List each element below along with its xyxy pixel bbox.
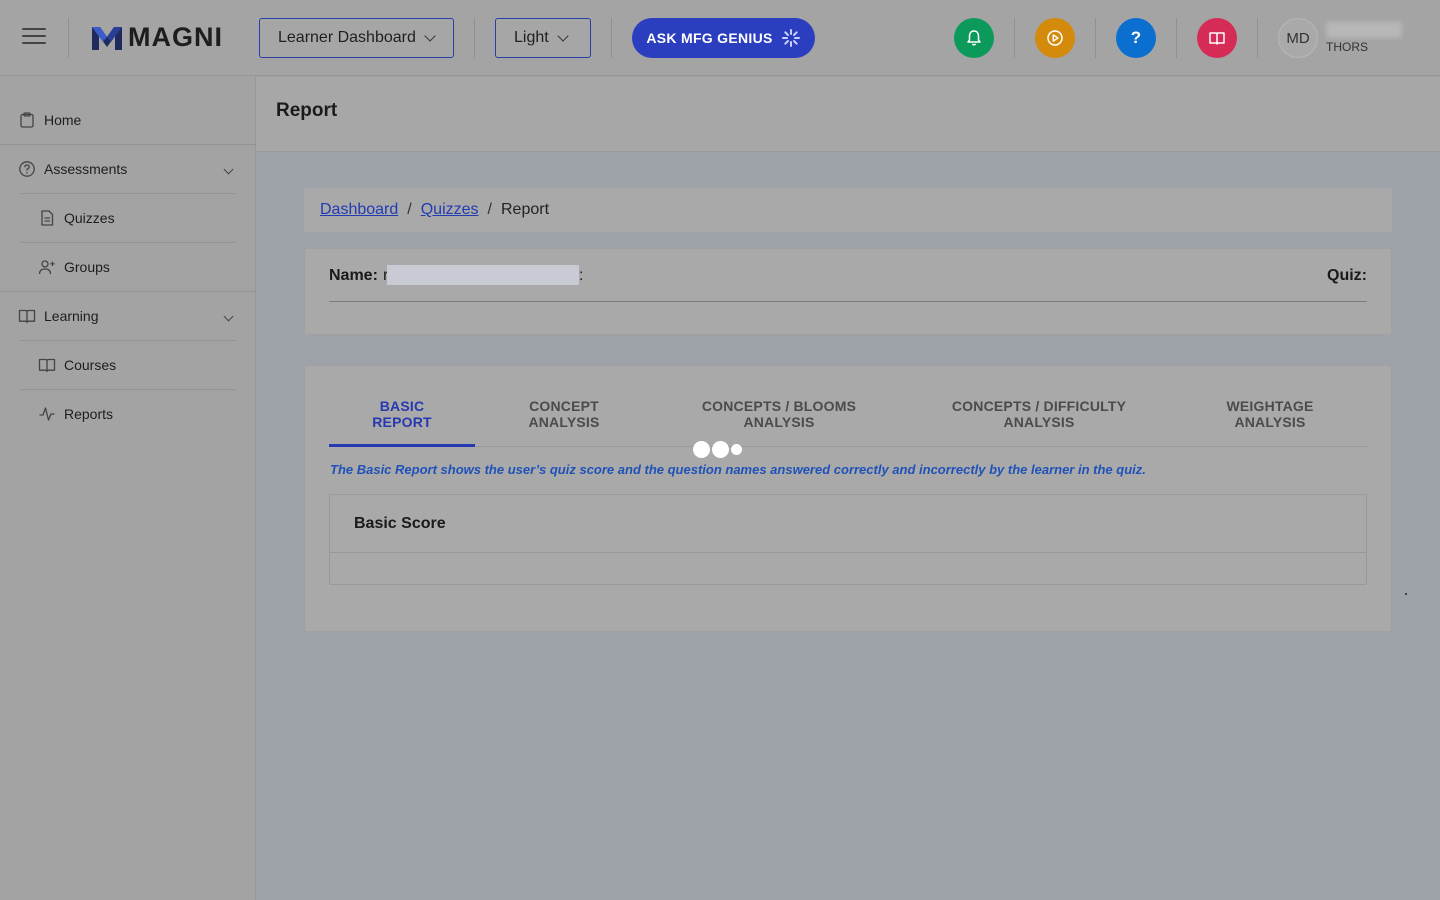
header-divider — [68, 18, 69, 58]
sidebar-item-label: Learning — [44, 308, 99, 324]
header-divider — [611, 18, 612, 58]
tab-label-line: ANALYSIS — [1003, 414, 1075, 430]
divider — [330, 552, 1366, 553]
loading-spinner — [693, 441, 742, 458]
chevron-down-icon — [557, 30, 569, 42]
basic-score-panel: Basic Score — [329, 494, 1367, 585]
menu-icon[interactable] — [22, 28, 46, 48]
header-divider — [474, 18, 475, 58]
sidebar-item-label: Home — [44, 112, 82, 128]
chevron-down-icon[interactable] — [223, 164, 234, 174]
book-icon — [18, 309, 36, 324]
tab-label-line: REPORT — [372, 414, 432, 430]
chevron-down-icon[interactable] — [223, 311, 234, 321]
magni-logo-mark-icon — [92, 26, 122, 50]
tab-label-line: CONCEPT — [529, 398, 599, 414]
user-name-redacted — [1326, 22, 1402, 38]
report-description: The Basic Report shows the user’s quiz s… — [330, 462, 1146, 477]
play-circle-icon — [1047, 30, 1063, 46]
header-divider — [1176, 18, 1177, 58]
bell-icon — [967, 30, 981, 46]
tab-weightage-analysis[interactable]: WEIGHTAGE ANALYSIS — [1199, 398, 1341, 430]
document-icon — [41, 210, 54, 226]
chevron-down-icon — [424, 30, 436, 42]
sidebar-item-groups[interactable]: Groups — [0, 243, 256, 291]
help-button[interactable]: ? — [1116, 18, 1156, 58]
top-header: MAGNI Learner Dashboard Light ASK MFG GE… — [0, 0, 1440, 76]
name-label: Name: — [329, 267, 378, 284]
header-divider — [1014, 18, 1015, 58]
sidebar-item-label: Reports — [64, 406, 114, 422]
avatar-initials: MD — [1286, 29, 1310, 47]
basic-score-heading: Basic Score — [354, 515, 446, 532]
logo-text: MAGNI — [128, 22, 223, 52]
breadcrumb-dashboard-link[interactable]: Dashboard — [320, 201, 398, 219]
breadcrumb-quizzes-link[interactable]: Quizzes — [421, 201, 479, 219]
breadcrumb-separator: / — [407, 201, 412, 218]
loading-dot — [731, 444, 742, 455]
ask-mfg-genius-button[interactable]: ASK MFG GENIUS — [632, 18, 815, 58]
breadcrumb-current: Report — [500, 201, 550, 218]
breadcrumb: Dashboard / Quizzes / Report — [304, 188, 1392, 232]
book-icon — [38, 358, 56, 373]
tab-label-line: ANALYSIS — [743, 414, 815, 430]
tab-label-line: BASIC — [379, 398, 425, 414]
notifications-button[interactable] — [954, 18, 994, 58]
tab-label-line: ANALYSIS — [1234, 414, 1306, 430]
sidebar: Home Assessments Quizzes Groups Learning… — [0, 77, 256, 900]
guide-button[interactable] — [1197, 18, 1237, 58]
theme-select[interactable]: Light — [495, 18, 591, 58]
name-value-suffix: : — [579, 267, 584, 284]
active-tab-indicator — [329, 444, 475, 447]
sidebar-item-quizzes[interactable]: Quizzes — [0, 194, 256, 242]
header-divider — [1257, 18, 1258, 58]
tab-divider — [329, 446, 1367, 447]
question-circle-icon — [19, 161, 35, 177]
sidebar-item-label: Assessments — [44, 161, 128, 177]
tab-concepts-difficulty-analysis[interactable]: CONCEPTS / DIFFICULTY ANALYSIS — [929, 398, 1149, 430]
tab-concepts-blooms-analysis[interactable]: CONCEPTS / BLOOMS ANALYSIS — [679, 398, 879, 430]
tab-label-line: WEIGHTAGE — [1226, 398, 1314, 414]
sidebar-item-label: Quizzes — [64, 210, 115, 226]
activity-icon — [39, 407, 55, 421]
sidebar-item-home[interactable]: Home — [0, 96, 256, 144]
dashboard-select[interactable]: Learner Dashboard — [259, 18, 454, 58]
sidebar-item-learning[interactable]: Learning — [0, 292, 256, 340]
avatar[interactable]: MD — [1278, 18, 1318, 58]
help-icon: ? — [1130, 28, 1142, 47]
sidebar-item-label: Groups — [64, 259, 110, 275]
loading-dot — [693, 441, 710, 458]
name-value-redacted — [387, 265, 579, 285]
page-title-bar: Report — [256, 77, 1440, 152]
play-button[interactable] — [1035, 18, 1075, 58]
sidebar-item-assessments[interactable]: Assessments — [0, 145, 256, 193]
tab-label-line: ANALYSIS — [528, 414, 600, 430]
tab-basic-report[interactable]: BASIC REPORT — [329, 398, 475, 430]
dashboard-select-value: Learner Dashboard — [278, 29, 416, 46]
sparkle-icon — [781, 29, 800, 47]
report-tabs-card: BASIC REPORT CONCEPT ANALYSIS CONCEPTS /… — [304, 365, 1392, 632]
breadcrumb-separator: / — [487, 201, 492, 218]
loading-dot — [712, 441, 729, 458]
sidebar-item-courses[interactable]: Courses — [0, 341, 256, 389]
tab-concept-analysis[interactable]: CONCEPT ANALYSIS — [491, 398, 637, 430]
user-org: THORS — [1326, 40, 1368, 54]
ask-button-label: ASK MFG GENIUS — [646, 30, 773, 46]
theme-select-value: Light — [514, 29, 549, 46]
tab-label-line: CONCEPTS / DIFFICULTY — [951, 398, 1127, 414]
header-divider — [1095, 18, 1096, 58]
clipboard-icon — [20, 112, 34, 128]
page-title: Report — [276, 100, 338, 121]
sidebar-item-label: Courses — [64, 357, 117, 373]
quiz-label: Quiz: — [1327, 267, 1367, 284]
user-add-icon — [38, 260, 55, 275]
cursor-dot — [1405, 593, 1407, 595]
divider — [329, 301, 1367, 302]
logo[interactable]: MAGNI — [90, 22, 223, 53]
report-info-card: Name: r : Quiz: — [304, 248, 1392, 335]
open-book-icon — [1209, 32, 1225, 45]
sidebar-item-reports[interactable]: Reports — [0, 390, 256, 438]
tab-label-line: CONCEPTS / BLOOMS — [701, 398, 857, 414]
